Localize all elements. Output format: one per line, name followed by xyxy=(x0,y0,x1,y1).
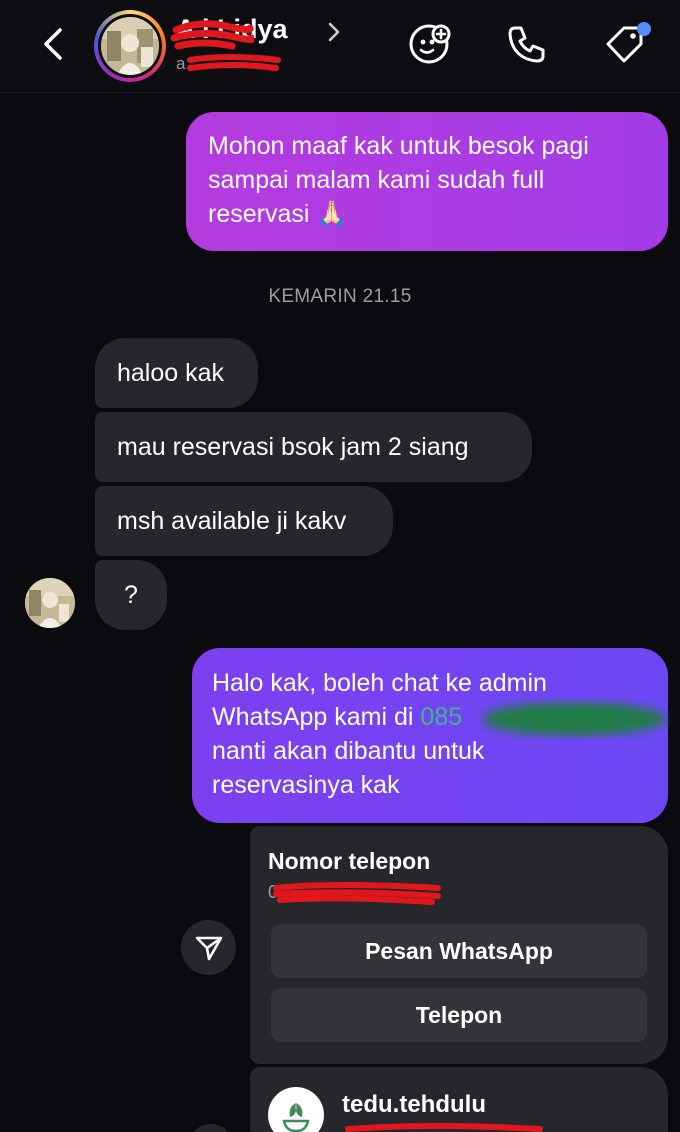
back-chevron-icon[interactable] xyxy=(36,22,72,66)
business-name: tedu.tehdulu xyxy=(342,1091,486,1118)
avatar-photo xyxy=(101,17,159,75)
chat-header: A i Lidya a xyxy=(0,0,680,93)
phone-link[interactable]: 085 xyxy=(420,703,462,731)
message-line: WhatsApp kami di 085 xyxy=(212,700,648,734)
message-line: Halo kak, boleh chat ke admin xyxy=(212,669,547,697)
message-text: mau reservasi bsok jam 2 siang xyxy=(117,433,469,461)
incoming-message-bubble[interactable]: msh available ji kakv xyxy=(95,486,393,556)
message-line: nanti akan dibantu untuk xyxy=(212,737,485,765)
notification-dot xyxy=(637,22,651,36)
incoming-message-bubble[interactable]: mau reservasi bsok jam 2 siang xyxy=(95,412,532,482)
profile-chevron-icon[interactable] xyxy=(326,20,342,44)
business-logo xyxy=(268,1087,324,1132)
message-text: msh available ji kakv xyxy=(117,507,347,535)
message-line: reservasi 🙏🏻 xyxy=(208,200,348,228)
sticker-game-icon[interactable] xyxy=(405,20,453,68)
share-button-partial[interactable] xyxy=(188,1124,234,1132)
chat-screen: A i Lidya a Mohon maaf kak untuk besok p… xyxy=(0,0,680,1132)
contact-name[interactable]: A i Lidya xyxy=(176,14,288,45)
phone-redaction-mark xyxy=(273,882,441,905)
leaf-cup-icon xyxy=(282,1103,310,1132)
timestamp-divider: KEMARIN 21.15 xyxy=(268,286,412,307)
message-text: ? xyxy=(124,581,138,609)
message-text: haloo kak xyxy=(117,359,225,387)
call-button[interactable]: Telepon xyxy=(271,988,647,1042)
sender-avatar[interactable] xyxy=(25,578,75,628)
message-text: WhatsApp kami di xyxy=(212,703,421,731)
send-share-icon xyxy=(195,936,222,960)
phone-icon[interactable] xyxy=(503,20,551,68)
card-title: Nomor telepon xyxy=(268,848,431,874)
whatsapp-message-button[interactable]: Pesan WhatsApp xyxy=(271,924,647,978)
incoming-message-bubble[interactable]: ? xyxy=(95,560,167,630)
business-redaction-mark xyxy=(345,1123,543,1132)
business-profile-card[interactable]: tedu.tehdulu xyxy=(250,1067,668,1132)
outgoing-message-bubble[interactable]: Halo kak, boleh chat ke admin WhatsApp k… xyxy=(192,648,668,823)
contact-avatar[interactable] xyxy=(94,10,166,82)
incoming-message-bubble[interactable]: haloo kak xyxy=(95,338,258,408)
share-button[interactable] xyxy=(181,920,236,975)
message-line: reservasinya kak xyxy=(212,771,400,799)
outgoing-message-bubble[interactable]: Mohon maaf kak untuk besok pagi sampai m… xyxy=(186,112,668,251)
contact-handle: a xyxy=(176,54,186,73)
phone-contact-card: Nomor telepon 0 Pesan WhatsApp Telepon xyxy=(250,826,668,1064)
message-line: Mohon maaf kak untuk besok pagi xyxy=(208,132,589,160)
handle-redaction-mark xyxy=(187,54,281,71)
card-phone-number: 0 xyxy=(268,882,279,902)
message-line: sampai malam kami sudah full xyxy=(208,166,545,194)
